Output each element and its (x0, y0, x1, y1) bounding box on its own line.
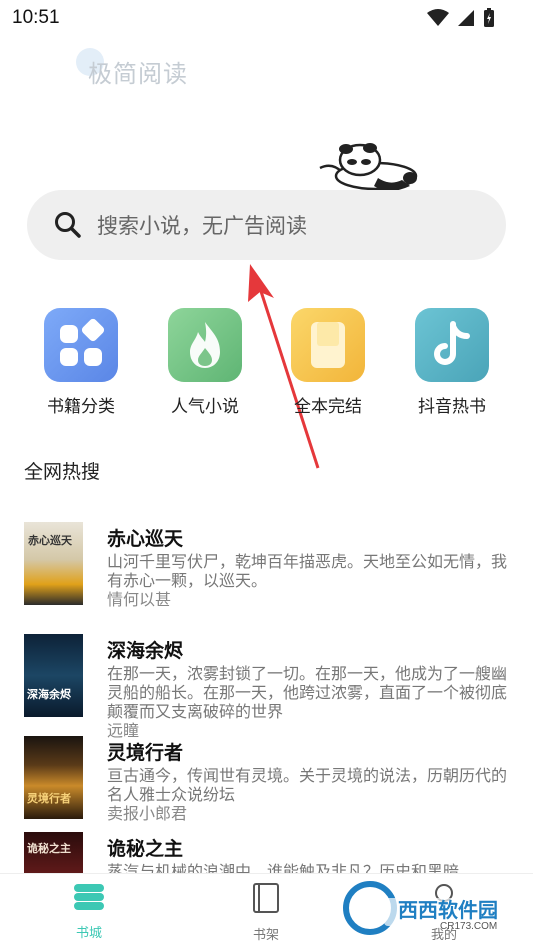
cover-text: 深海余烬 (27, 688, 71, 701)
watermark-text: 西西软件园 (398, 898, 498, 922)
status-icons (427, 8, 495, 28)
book-title: 灵境行者 (107, 742, 184, 764)
battery-icon (484, 8, 494, 27)
book-icon (291, 308, 365, 382)
book-description: 亘古通今，传闻世有灵境。关于灵境的说法，历朝历代的名人雅士众说纷坛 卖报小郎君 (107, 766, 507, 823)
book-item[interactable]: 诡秘之主 诡秘之主 蒸汽与机械的浪潮中，谁能触及非凡？历史和黑暗 (0, 828, 533, 878)
nav-item-store[interactable]: 书城 (44, 882, 134, 941)
quick-link-categories[interactable]: 书籍分类 (26, 308, 136, 417)
quick-link-label: 抖音热书 (418, 397, 486, 417)
store-icon (74, 884, 104, 910)
status-bar: 10:51 (0, 0, 533, 38)
book-item[interactable]: 深海余烬 深海余烬 在那一天，浓雾封锁了一切。在那一天，他成为了一艘幽灵船的船长… (0, 630, 533, 740)
book-cover: 赤心巡天 (24, 522, 83, 605)
book-item[interactable]: 赤心巡天 赤心巡天 山河千里写伏尸，乾坤百年描恶虎。天地至公如无情，我有赤心一颗… (0, 518, 533, 618)
book-title: 诡秘之主 (107, 838, 184, 860)
quick-links: 书籍分类 人气小说 全本完结 抖音热书 (0, 308, 533, 418)
book-author: 卖报小郎君 (107, 804, 188, 823)
watermark-subtext: CR173.COM (440, 921, 498, 932)
wifi-icon (427, 9, 449, 26)
logo-text: 极简阅读 (88, 60, 188, 88)
nav-label: 书架 (252, 928, 279, 943)
flame-icon (168, 308, 242, 382)
nav-item-bookshelf[interactable]: 书架 (221, 882, 311, 943)
book-cover: 诡秘之主 (24, 832, 83, 878)
book-desc-text: 亘古通今，传闻世有灵境。关于灵境的说法，历朝历代的名人雅士众说纷坛 (107, 766, 508, 804)
signal-icon (458, 10, 474, 26)
book-title: 深海余烬 (107, 640, 184, 662)
book-desc-text: 山河千里写伏尸，乾坤百年描恶虎。天地至公如无情，我有赤心一颗，以巡天。 (107, 552, 508, 590)
nav-label: 书城 (75, 926, 102, 941)
cover-text: 诡秘之主 (27, 842, 71, 855)
tiktok-icon (415, 308, 489, 382)
book-cover: 灵境行者 (24, 736, 83, 819)
cover-text: 灵境行者 (27, 792, 71, 805)
quick-link-completed[interactable]: 全本完结 (273, 308, 383, 417)
book-author: 情何以甚 (107, 590, 172, 609)
book-desc-text: 在那一天，浓雾封锁了一切。在那一天，他成为了一艘幽灵船的船长。在那一天，他跨过浓… (107, 664, 508, 721)
watermark: 西西软件园 CR173.COM (340, 878, 520, 938)
book-description: 山河千里写伏尸，乾坤百年描恶虎。天地至公如无情，我有赤心一颗，以巡天。 情何以甚 (107, 552, 507, 609)
cover-text: 赤心巡天 (28, 534, 72, 547)
search-icon (55, 212, 81, 238)
section-title: 全网热搜 (24, 461, 101, 483)
quick-link-label: 人气小说 (171, 397, 239, 417)
book-description: 在那一天，浓雾封锁了一切。在那一天，他成为了一艘幽灵船的船长。在那一天，他跨过浓… (107, 664, 507, 740)
search-placeholder: 搜索小说，无广告阅读 (97, 214, 307, 238)
book-cover: 深海余烬 (24, 634, 83, 717)
book-item[interactable]: 灵境行者 灵境行者 亘古通今，传闻世有灵境。关于灵境的说法，历朝历代的名人雅士众… (0, 732, 533, 832)
quick-link-label: 全本完结 (294, 397, 362, 417)
status-time: 10:51 (12, 7, 60, 28)
bookshelf-icon (253, 883, 279, 913)
quick-link-douyin[interactable]: 抖音热书 (397, 308, 507, 417)
search-bar[interactable]: 搜索小说，无广告阅读 (27, 190, 506, 260)
panda-icon (319, 143, 418, 191)
book-title: 赤心巡天 (107, 528, 184, 550)
quick-link-popular[interactable]: 人气小说 (150, 308, 260, 417)
quick-link-label: 书籍分类 (47, 397, 115, 417)
app-logo: 极简阅读 (76, 48, 226, 88)
grid-icon (44, 308, 118, 382)
